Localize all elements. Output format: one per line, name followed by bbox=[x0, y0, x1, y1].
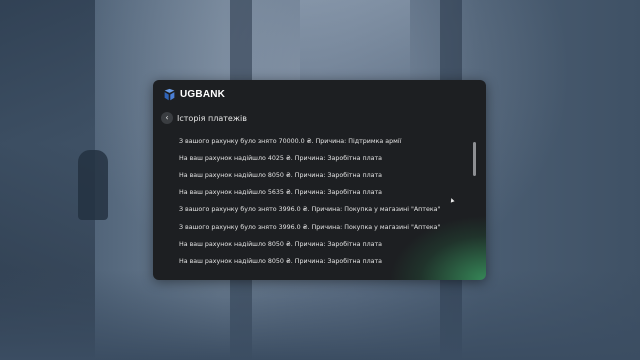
scrollbar-thumb[interactable] bbox=[473, 142, 476, 176]
transaction-row: З вашого рахунку було знято 70000.0 ₴. П… bbox=[179, 138, 402, 146]
transaction-row: На ваш рахунок надійшло 8050 ₴. Причина:… bbox=[179, 240, 383, 248]
background-window bbox=[300, 0, 410, 85]
brand: UGBANK bbox=[163, 86, 225, 102]
transaction-row: З вашого рахунку було знято 3996.0 ₴. Пр… bbox=[179, 206, 441, 214]
ugbank-logo-icon bbox=[164, 88, 175, 100]
transaction-row: З вашого рахунку було знято 3996.0 ₴. Пр… bbox=[179, 223, 441, 231]
floor bbox=[0, 270, 640, 360]
history-header: ‹ Історія платежів bbox=[161, 111, 247, 125]
bank-panel: UGBANK ‹ Історія платежів З вашого рахун… bbox=[153, 80, 486, 280]
transaction-row: На ваш рахунок надійшло 8050 ₴. Причина:… bbox=[179, 172, 383, 180]
brand-name: UGBANK bbox=[180, 88, 226, 100]
transaction-list[interactable]: З вашого рахунку було знято 70000.0 ₴. П… bbox=[179, 133, 469, 270]
transaction-row: На ваш рахунок надійшло 5635 ₴. Причина:… bbox=[179, 189, 383, 197]
character-silhouette bbox=[78, 150, 108, 220]
transaction-row: На ваш рахунок надійшло 8050 ₴. Причина:… bbox=[179, 257, 383, 265]
back-button[interactable]: ‹ bbox=[161, 112, 173, 124]
transaction-row: На ваш рахунок надійшло 4025 ₴. Причина:… bbox=[179, 155, 383, 163]
page-title: Історія платежів bbox=[177, 113, 247, 123]
